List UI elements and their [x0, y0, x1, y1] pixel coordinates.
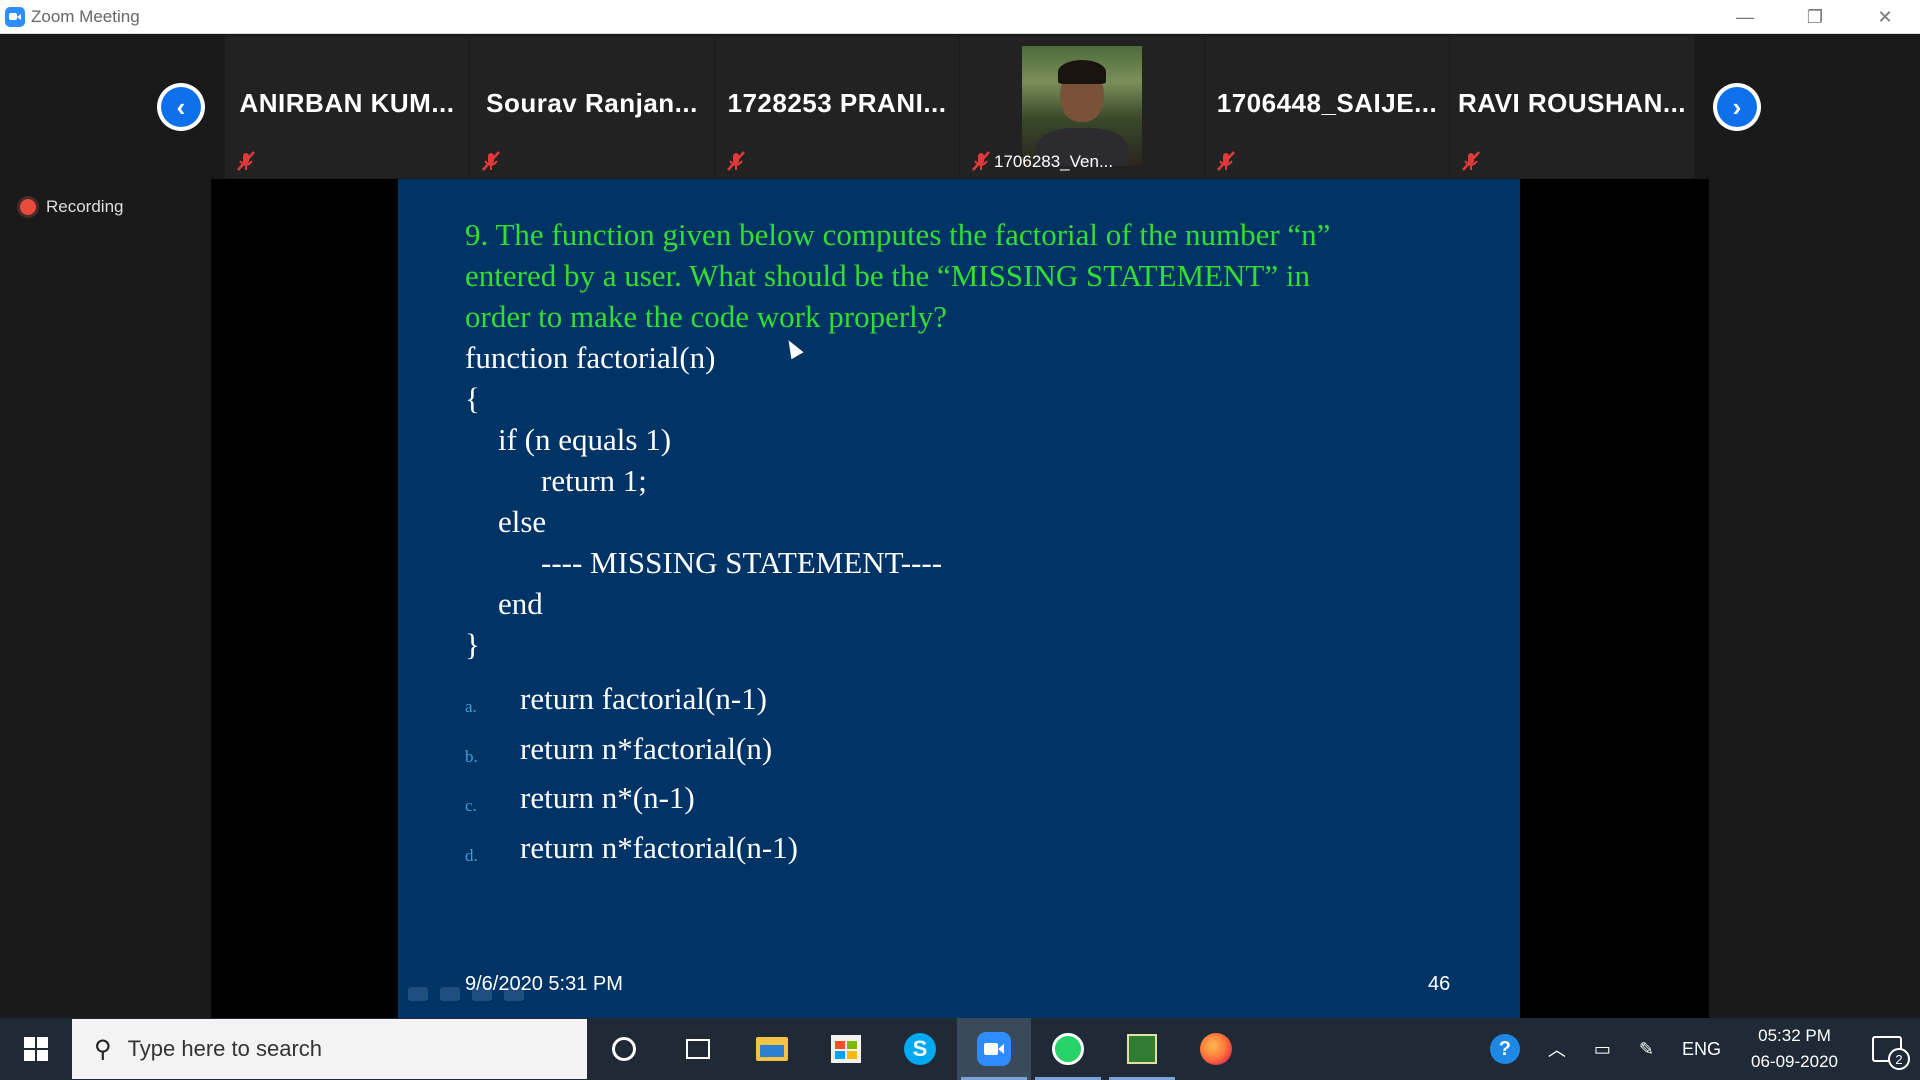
option-text: return n*factorial(n) [520, 731, 773, 766]
start-button[interactable] [0, 1018, 72, 1080]
help-tray-button[interactable]: ? [1476, 1018, 1534, 1080]
file-explorer-button[interactable] [735, 1018, 809, 1080]
search-placeholder: Type here to search [127, 1036, 323, 1061]
back-arrow-icon[interactable] [408, 987, 428, 1001]
window-controls: — ❐ ✕ [1710, 0, 1920, 34]
option-text: return n*factorial(n-1) [520, 830, 799, 865]
minimize-button[interactable]: — [1710, 0, 1780, 34]
pen-icon: ✎ [1638, 1038, 1655, 1059]
skype-icon: S [904, 1033, 936, 1065]
windows-logo-icon [24, 1037, 48, 1061]
participant-tile[interactable]: 1706448_SAIJE... [1205, 36, 1449, 178]
show-hidden-icons-button[interactable]: ︿ [1534, 1018, 1580, 1080]
chevron-up-icon: ︿ [1547, 1040, 1566, 1060]
question-line: order to make the code work properly? [465, 299, 948, 334]
firefox-button[interactable] [1179, 1018, 1253, 1080]
option-letter: d. [465, 846, 478, 865]
notification-count: 2 [1888, 1048, 1910, 1070]
action-center-button[interactable]: 2 [1872, 1036, 1910, 1070]
task-view-icon [686, 1039, 710, 1059]
participant-tile[interactable]: Sourav Ranjan... [470, 36, 714, 178]
zoom-icon [977, 1032, 1011, 1066]
participant-name: 1706448_SAIJE... [1216, 88, 1438, 118]
whatsapp-icon [1052, 1033, 1084, 1065]
recording-indicator[interactable]: Recording [20, 197, 124, 217]
zoom-app-icon [5, 6, 25, 27]
question-line: 9. The function given below computes the… [465, 217, 1331, 252]
store-button[interactable] [809, 1018, 883, 1080]
recording-label: Recording [46, 197, 124, 216]
chevron-left-icon: ‹ [161, 87, 201, 127]
participant-strip: ‹ ANIRBAN KUM... Sourav Ranjan... 172825… [0, 34, 1920, 179]
participant-name: ANIRBAN KUM... [239, 88, 455, 118]
slide-number: 46 [1428, 973, 1451, 995]
window-title-bar: Zoom Meeting — ❐ ✕ [0, 0, 1920, 34]
code-line: ---- MISSING STATEMENT---- [541, 545, 943, 580]
close-button[interactable]: ✕ [1850, 0, 1920, 34]
battery-button[interactable]: ▭ [1580, 1018, 1625, 1080]
taskbar-clock[interactable]: 05:32 PM 06-09-2020 [1735, 1023, 1854, 1075]
code-line: function factorial(n) [465, 340, 716, 375]
window-title: Zoom Meeting [31, 6, 140, 26]
code-line: if (n equals 1) [498, 422, 672, 457]
cortana-icon [612, 1037, 636, 1061]
code-line: else [498, 504, 547, 539]
participant-video [1022, 46, 1142, 166]
muted-mic-icon [972, 151, 990, 171]
chevron-right-icon: › [1717, 87, 1757, 127]
option-text: return factorial(n-1) [520, 681, 768, 716]
cortana-button[interactable] [587, 1018, 661, 1080]
code-line: } [465, 627, 480, 662]
pen-workspace-button[interactable]: ✎ [1625, 1018, 1668, 1080]
participant-tile[interactable]: ANIRBAN KUM... [225, 36, 469, 178]
presentation-slide: 9. The function given below computes the… [398, 179, 1520, 1019]
language-indicator[interactable]: ENG [1668, 1018, 1735, 1080]
task-view-button[interactable] [661, 1018, 735, 1080]
option-letter: a. [465, 697, 477, 716]
store-icon [831, 1035, 861, 1063]
search-icon: ⚲ [94, 1035, 112, 1063]
notepad-button[interactable] [1105, 1018, 1179, 1080]
code-line: { [465, 381, 480, 416]
restore-button[interactable]: ❐ [1780, 0, 1850, 34]
muted-mic-icon [1462, 151, 1480, 171]
next-page-button[interactable]: › [1713, 83, 1761, 131]
muted-mic-icon [482, 151, 500, 171]
file-explorer-icon [756, 1037, 788, 1061]
firefox-icon [1200, 1033, 1232, 1065]
mouse-cursor-icon [782, 336, 804, 360]
option-letter: b. [465, 747, 478, 766]
code-line: return 1; [541, 463, 647, 498]
code-line: end [498, 586, 543, 621]
taskbar-search-box[interactable]: ⚲ Type here to search [72, 1019, 587, 1079]
participant-name: 1728253 PRANI... [727, 88, 947, 118]
windows-taskbar: ⚲ Type here to search S ? ︿ ▭ ✎ ENG 05:3… [0, 1018, 1920, 1080]
slide-footer-date: 9/6/2020 5:31 PM [465, 973, 623, 995]
system-tray: ? ︿ ▭ ✎ ENG 05:32 PM 06-09-2020 2 [1476, 1018, 1920, 1080]
recording-dot-icon [20, 199, 36, 215]
notepad-icon [1127, 1034, 1157, 1064]
participant-name: 1706283_Ven... [994, 152, 1114, 171]
clock-date: 06-09-2020 [1751, 1052, 1838, 1071]
question-line: entered by a user. What should be the “M… [465, 258, 1310, 293]
pen-icon[interactable] [440, 987, 460, 1001]
option-text: return n*(n-1) [520, 780, 695, 815]
participant-tile-video[interactable]: 1706283_Ven... [960, 36, 1204, 178]
participant-tile[interactable]: RAVI ROUSHAN... [1450, 36, 1694, 178]
option-letter: c. [465, 796, 477, 815]
whatsapp-button[interactable] [1031, 1018, 1105, 1080]
participant-tile[interactable]: 1728253 PRANI... [715, 36, 959, 178]
clock-time: 05:32 PM [1758, 1026, 1831, 1045]
previous-page-button[interactable]: ‹ [157, 83, 205, 131]
muted-mic-icon [237, 151, 255, 171]
help-icon: ? [1489, 1034, 1520, 1064]
battery-icon: ▭ [1593, 1038, 1611, 1059]
participant-name: RAVI ROUSHAN... [1457, 88, 1687, 118]
muted-mic-icon [1217, 151, 1235, 171]
muted-mic-icon [727, 151, 745, 171]
zoom-taskbar-button[interactable] [957, 1018, 1031, 1080]
skype-button[interactable]: S [883, 1018, 957, 1080]
participant-name: Sourav Ranjan... [486, 88, 698, 118]
